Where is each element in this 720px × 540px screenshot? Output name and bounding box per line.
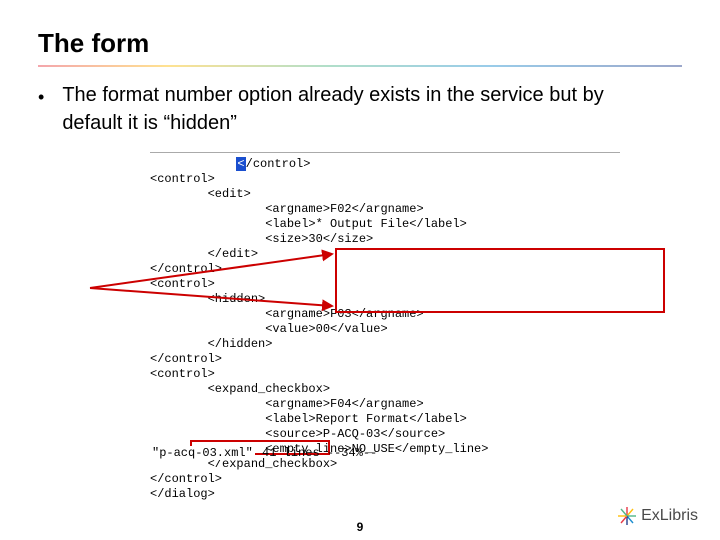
code-line: <argname>F02</argname>	[150, 202, 424, 216]
annotation-arrows	[90, 248, 350, 328]
selection-highlight: <	[236, 157, 245, 171]
code-line: <expand_checkbox>	[150, 382, 330, 396]
code-line: <label>Report Format</label>	[150, 412, 467, 426]
title-underline	[38, 65, 682, 67]
code-line: </control>	[150, 472, 222, 486]
status-info: 41 lines --34%--	[255, 446, 377, 460]
code-line: <control>	[150, 367, 215, 381]
annotation-box-hidden	[335, 248, 665, 313]
code-line: </control>	[150, 157, 310, 171]
code-line: <size>30</size>	[150, 232, 373, 246]
code-line: <argname>F04</argname>	[150, 397, 424, 411]
code-top-rule	[150, 152, 620, 153]
slide: The form • The format number option alre…	[0, 0, 720, 540]
logo-text: ExLibris	[641, 507, 698, 525]
code-line: </control>	[150, 352, 222, 366]
code-line: <control>	[150, 172, 215, 186]
code-line: <label>* Output File</label>	[150, 217, 467, 231]
logo-burst-icon	[617, 506, 637, 526]
status-filename: "p-acq-03.xml"	[150, 446, 255, 460]
code-line: </hidden>	[150, 337, 272, 351]
body-row: • The format number option already exist…	[38, 81, 682, 137]
status-line: "p-acq-03.xml" 41 lines --34%--	[150, 446, 377, 460]
logo: ExLibris	[617, 506, 698, 526]
code-line: <edit>	[150, 187, 251, 201]
page-number: 9	[0, 520, 720, 534]
code-line: <source>P-ACQ-03</source>	[150, 427, 445, 441]
code-line: </dialog>	[150, 487, 215, 501]
bullet-marker: •	[38, 83, 44, 111]
bullet-text: The format number option already exists …	[62, 81, 662, 137]
slide-title: The form	[38, 28, 682, 59]
